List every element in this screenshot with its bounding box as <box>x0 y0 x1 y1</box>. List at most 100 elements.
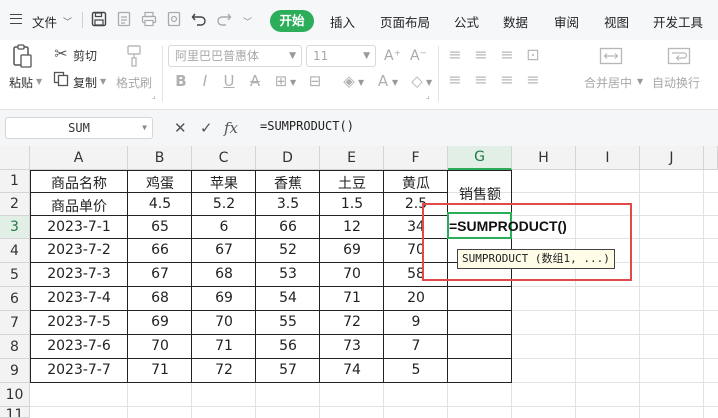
tab-formulas[interactable]: 公式 <box>454 12 479 31</box>
cell-e2[interactable]: 1.5 <box>320 196 384 212</box>
save-icon[interactable] <box>90 11 108 29</box>
cell-editor-text[interactable]: =SUMPRODUCT() <box>449 218 567 234</box>
column-header-e[interactable]: E <box>320 146 384 170</box>
select-all-corner[interactable] <box>0 146 30 170</box>
wrap-text-button[interactable]: 自动换行 <box>652 74 700 91</box>
column-header-a[interactable]: A <box>30 146 128 170</box>
caret-down-icon[interactable]: ▼ <box>290 78 296 87</box>
cell-b5[interactable]: 67 <box>128 266 192 282</box>
cell-f5[interactable]: 58 <box>384 266 448 282</box>
cell-e5[interactable]: 70 <box>320 266 384 282</box>
font-name-select[interactable]: 阿里巴巴普惠体 ▼ <box>168 45 302 67</box>
cell-b6[interactable]: 68 <box>128 290 192 306</box>
copy-icon[interactable] <box>52 71 70 91</box>
cell-a3[interactable]: 2023-7-1 <box>30 219 128 235</box>
cell-e1[interactable]: 土豆 <box>320 173 384 193</box>
font-color-icon[interactable]: A <box>374 72 392 90</box>
cell-f1[interactable]: 黄瓜 <box>384 173 448 193</box>
cell-d8[interactable]: 56 <box>256 338 320 354</box>
cell-a4[interactable]: 2023-7-2 <box>30 242 128 258</box>
formula-input[interactable]: =SUMPRODUCT() <box>260 119 354 133</box>
tab-page-layout[interactable]: 页面布局 <box>380 12 430 31</box>
row-header-11[interactable]: 11 <box>0 407 30 418</box>
merge-center-icon[interactable] <box>598 46 624 70</box>
tab-developer[interactable]: 开发工具 <box>653 12 703 31</box>
caret-down-icon[interactable]: ▼ <box>142 118 147 138</box>
cell-c6[interactable]: 69 <box>192 290 256 306</box>
row-header-9[interactable]: 9 <box>0 359 30 383</box>
align-middle-icon[interactable]: ≡ <box>472 46 490 64</box>
italic-icon[interactable]: I <box>196 72 214 90</box>
cut-button[interactable]: 剪切 <box>73 47 97 64</box>
cell-c1[interactable]: 苹果 <box>192 173 256 193</box>
cell-e6[interactable]: 71 <box>320 290 384 306</box>
cell-c2[interactable]: 5.2 <box>192 196 256 212</box>
cell-d4[interactable]: 52 <box>256 242 320 258</box>
align-left-icon[interactable]: ≡ <box>446 71 464 89</box>
cell-f6[interactable]: 20 <box>384 290 448 306</box>
row-header-6[interactable]: 6 <box>0 287 30 311</box>
caret-down-icon[interactable]: ▼ <box>100 77 106 86</box>
column-header-i[interactable]: I <box>576 146 640 170</box>
border-icon[interactable]: ⊞ <box>272 72 290 90</box>
row-header-5[interactable]: 5 <box>0 263 30 287</box>
cell-f2[interactable]: 2.5 <box>384 196 448 212</box>
tab-view[interactable]: 视图 <box>604 12 629 31</box>
cell-a2[interactable]: 商品单价 <box>30 196 128 216</box>
cell-e9[interactable]: 74 <box>320 362 384 378</box>
caret-down-icon[interactable]: ▼ <box>36 77 42 86</box>
cell-d7[interactable]: 55 <box>256 314 320 330</box>
expand-icon[interactable]: ⌟ <box>426 91 430 100</box>
file-menu[interactable]: 文件 <box>32 12 57 31</box>
chevron-down-icon[interactable]: ﹀ <box>243 15 252 28</box>
print-icon[interactable] <box>140 11 158 29</box>
cell-d2[interactable]: 3.5 <box>256 196 320 212</box>
strikethrough-icon[interactable]: A <box>246 72 264 90</box>
column-header-h[interactable]: H <box>512 146 576 170</box>
cell-b7[interactable]: 69 <box>128 314 192 330</box>
cell-e8[interactable]: 73 <box>320 338 384 354</box>
chevron-down-icon[interactable]: ﹀ <box>63 15 72 28</box>
cell-b3[interactable]: 65 <box>128 219 192 235</box>
cell-a8[interactable]: 2023-7-6 <box>30 338 128 354</box>
row-header-1[interactable]: 1 <box>0 170 30 193</box>
cell-a5[interactable]: 2023-7-3 <box>30 266 128 282</box>
cell-b9[interactable]: 71 <box>128 362 192 378</box>
row-header-10[interactable]: 10 <box>0 383 30 407</box>
clear-format-icon[interactable]: ◇ <box>408 72 426 90</box>
confirm-icon[interactable]: ✓ <box>200 119 213 137</box>
row-header-3[interactable]: 3 <box>0 216 30 239</box>
name-box[interactable]: SUM ▼ <box>5 117 153 139</box>
column-header-g[interactable]: G <box>448 146 512 170</box>
row-header-7[interactable]: 7 <box>0 311 30 335</box>
decrease-font-icon[interactable]: A⁻ <box>410 48 427 64</box>
column-header-f[interactable]: F <box>384 146 448 170</box>
cell-d6[interactable]: 54 <box>256 290 320 306</box>
cell-a9[interactable]: 2023-7-7 <box>30 362 128 378</box>
print-preview-icon[interactable] <box>165 11 183 29</box>
export-pdf-icon[interactable] <box>115 11 133 29</box>
paste-button[interactable]: 粘贴 <box>9 74 33 91</box>
cell-c7[interactable]: 70 <box>192 314 256 330</box>
cell-c9[interactable]: 72 <box>192 362 256 378</box>
align-center-icon[interactable]: ≡ <box>472 71 490 89</box>
copy-button[interactable]: 复制 <box>73 74 97 91</box>
column-header-b[interactable]: B <box>128 146 192 170</box>
column-header-d[interactable]: D <box>256 146 320 170</box>
caret-down-icon[interactable]: ▼ <box>426 78 432 87</box>
cell-c4[interactable]: 67 <box>192 242 256 258</box>
row-header-4[interactable]: 4 <box>0 239 30 263</box>
text-direction-icon[interactable]: ⊡ <box>524 46 542 64</box>
menu-icon[interactable] <box>10 14 22 24</box>
align-right-icon[interactable]: ≡ <box>498 71 516 89</box>
cell-f4[interactable]: 70 <box>384 242 448 258</box>
bold-icon[interactable]: B <box>172 72 190 90</box>
cell-d3[interactable]: 66 <box>256 219 320 235</box>
cell-c3[interactable]: 6 <box>192 219 256 235</box>
column-header-j[interactable]: J <box>640 146 704 170</box>
paste-icon[interactable] <box>10 44 34 70</box>
tab-insert[interactable]: 插入 <box>330 12 355 31</box>
cell-b1[interactable]: 鸡蛋 <box>128 173 192 193</box>
tab-home[interactable]: 开始 <box>270 10 314 32</box>
cell-f3[interactable]: 34 <box>384 219 448 235</box>
